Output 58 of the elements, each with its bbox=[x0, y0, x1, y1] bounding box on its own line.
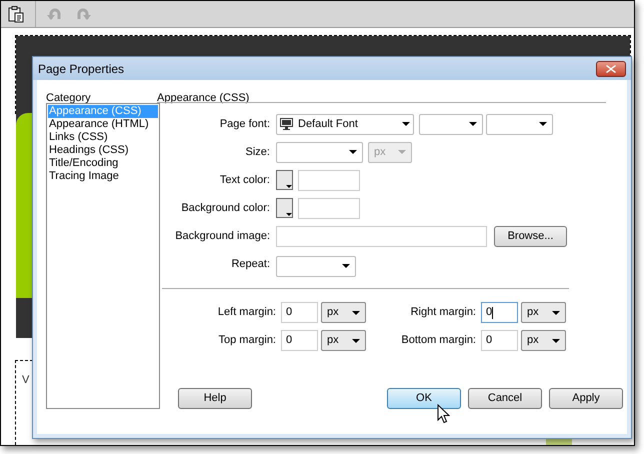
field-label: Text color: bbox=[218, 172, 271, 188]
caret-icon bbox=[402, 122, 410, 126]
unit-dropdown[interactable]: px bbox=[521, 330, 566, 351]
browse-button[interactable]: Browse... bbox=[494, 226, 567, 246]
window-title: Page Properties bbox=[38, 60, 124, 78]
margin-input[interactable]: 0 bbox=[481, 302, 518, 323]
color-input[interactable] bbox=[298, 170, 360, 190]
apply-button[interactable]: Apply bbox=[549, 388, 623, 409]
mouse-pointer-icon bbox=[437, 404, 450, 424]
color-swatch[interactable] bbox=[276, 170, 293, 190]
caret-icon bbox=[286, 213, 292, 217]
font-style-dropdown[interactable] bbox=[419, 114, 483, 134]
close-button[interactable] bbox=[596, 60, 626, 76]
margin-label: Right margin: bbox=[410, 305, 476, 320]
cancel-button[interactable]: Cancel bbox=[468, 388, 542, 409]
help-button[interactable]: Help bbox=[178, 388, 252, 409]
monitor-icon bbox=[280, 118, 293, 130]
color-swatch[interactable] bbox=[276, 198, 293, 218]
field-label: Background image: bbox=[174, 228, 271, 244]
page-text: V bbox=[22, 374, 30, 386]
category-item[interactable]: Links (CSS) bbox=[48, 131, 158, 144]
caret-icon bbox=[469, 122, 477, 126]
color-input[interactable] bbox=[298, 198, 360, 218]
category-item[interactable]: Tracing Image bbox=[48, 170, 158, 183]
close-icon bbox=[606, 64, 616, 72]
margin-label: Bottom margin: bbox=[400, 333, 476, 348]
unit-dropdown[interactable]: px bbox=[321, 330, 366, 351]
margin-label: Top margin: bbox=[218, 333, 276, 348]
size-dropdown[interactable] bbox=[276, 142, 363, 162]
caret-icon bbox=[286, 185, 292, 189]
caret-icon bbox=[398, 150, 406, 154]
category-item[interactable]: Appearance (HTML) bbox=[48, 118, 158, 131]
category-item[interactable]: Title/Encoding bbox=[48, 157, 158, 170]
caret-icon bbox=[552, 338, 560, 342]
category-item[interactable]: Headings (CSS) bbox=[48, 144, 158, 157]
margin-input[interactable]: 0 bbox=[481, 330, 518, 351]
margin-input[interactable]: 0 bbox=[281, 330, 318, 351]
category-label: Category bbox=[46, 91, 92, 104]
image-path-input[interactable] bbox=[276, 226, 487, 246]
margin-label: Left margin: bbox=[216, 305, 276, 320]
font-dropdown[interactable]: Default Font bbox=[276, 114, 414, 134]
caret-icon bbox=[349, 150, 357, 154]
field-label: Repeat: bbox=[230, 256, 271, 272]
unit-dropdown[interactable]: px bbox=[321, 302, 366, 323]
caret-icon bbox=[352, 338, 360, 342]
margin-input[interactable]: 0 bbox=[281, 302, 318, 323]
font-weight-dropdown[interactable] bbox=[486, 114, 553, 134]
caret-icon bbox=[539, 122, 547, 126]
field-label: Background color: bbox=[180, 200, 271, 216]
field-label: Size: bbox=[244, 144, 271, 160]
ok-button[interactable]: OK bbox=[387, 388, 461, 409]
caret-icon bbox=[552, 310, 560, 314]
unit-dropdown[interactable]: px bbox=[521, 302, 566, 323]
caret-icon bbox=[352, 310, 360, 314]
field-label: Page font: bbox=[218, 116, 271, 132]
caret-icon bbox=[342, 264, 350, 268]
repeat-dropdown[interactable] bbox=[276, 256, 356, 276]
section-title: Appearance (CSS) bbox=[157, 91, 250, 104]
